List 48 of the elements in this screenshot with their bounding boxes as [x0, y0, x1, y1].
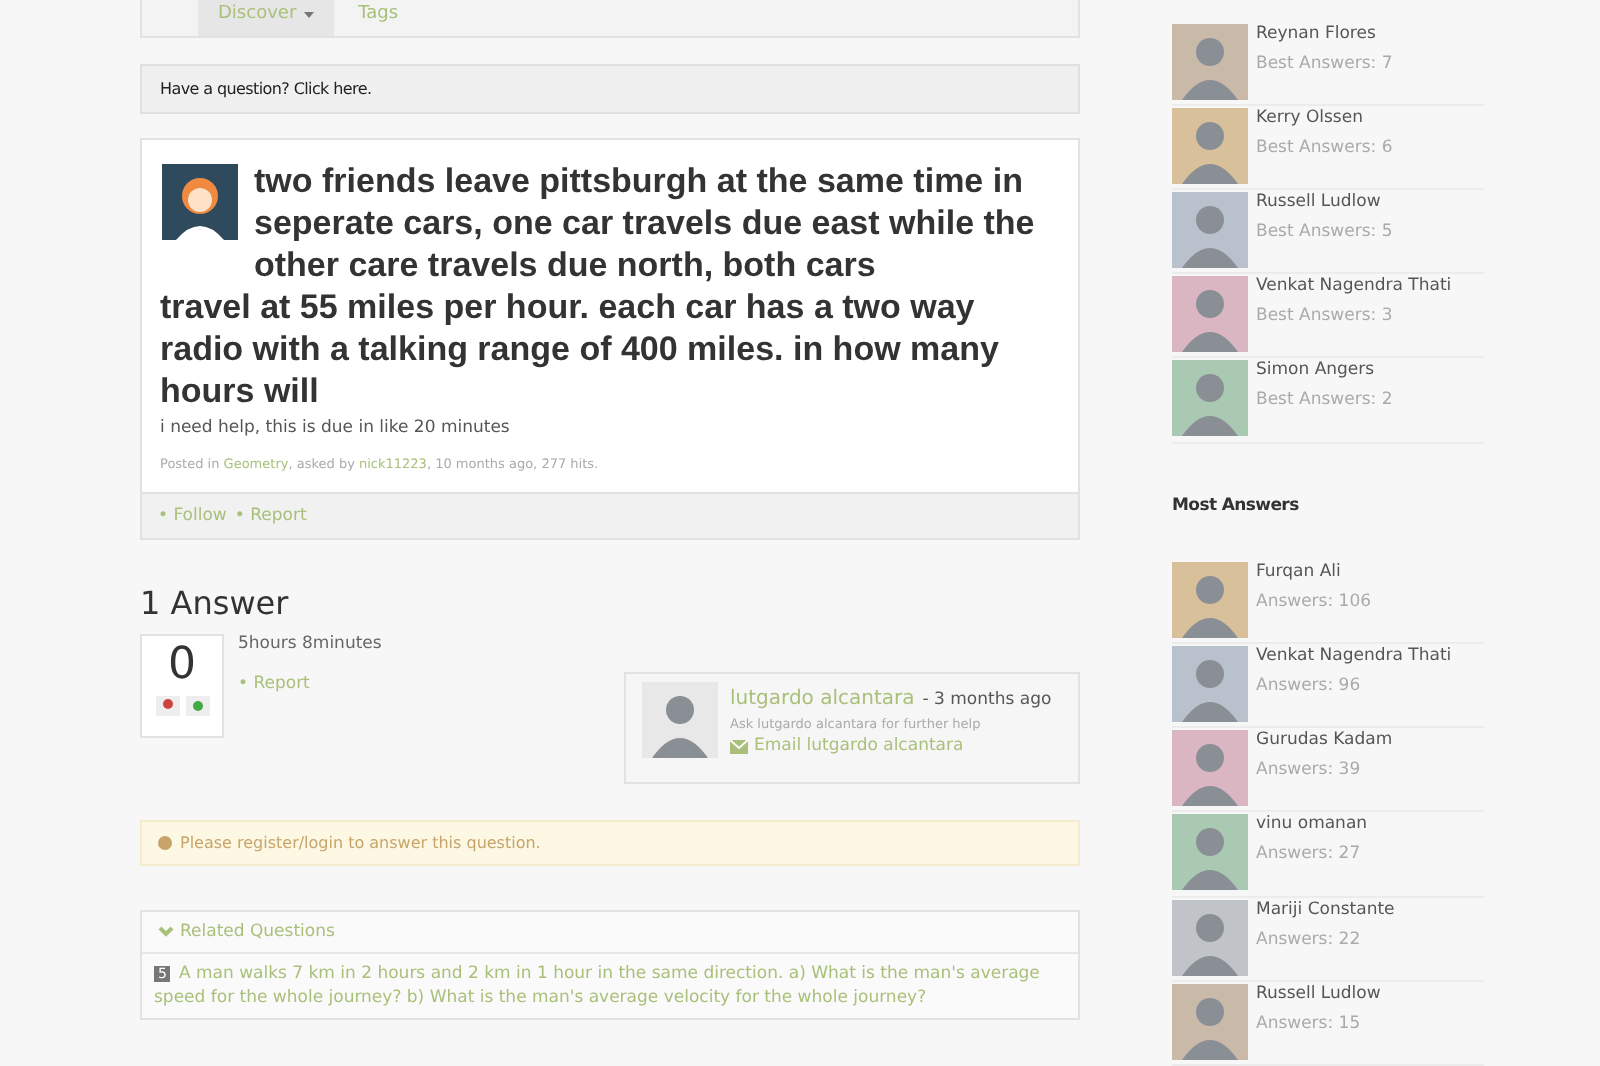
user-name[interactable]: Venkat Nagendra Thati [1256, 645, 1452, 666]
vote-count: 0 [168, 640, 196, 690]
answer-count: Answers: 96 [1256, 675, 1363, 696]
answer-count: Answers: 22 [1256, 929, 1363, 949]
section-heading: Most Answers [1172, 495, 1301, 516]
user-name[interactable]: Venkat Nagendra Thati [1256, 276, 1452, 297]
question-body: i need help, this is due in like 20 minutes [160, 418, 512, 438]
user-name[interactable]: vinu omanan [1256, 814, 1368, 835]
answer-count: Answers: 39 [1256, 760, 1363, 781]
user-name[interactable]: Russell Ludlow [1256, 191, 1393, 212]
avatar-icon [1172, 645, 1248, 722]
avatar-icon [642, 682, 718, 758]
question-title: travel at 55 miles per hour. each car has a two way radio with a talking range of 400 miles. in how many hours will [160, 286, 1001, 412]
answer-count: Answers: 15 [1256, 1013, 1363, 1034]
answer-count: Answers: 106 [1256, 591, 1372, 612]
answer-count: Best Answers: 5 [1256, 221, 1393, 242]
user-name[interactable]: Simon Angers [1256, 360, 1393, 381]
avatar-icon [1172, 191, 1248, 268]
user-name[interactable]: Mariji Constante [1256, 899, 1395, 919]
answer-count: Best Answers: 3 [1256, 306, 1395, 327]
answer-age: - 3 months ago [922, 690, 1052, 710]
avatar-icon [162, 164, 238, 240]
envelope-icon [730, 739, 748, 753]
avatar-icon [1172, 561, 1248, 638]
question-title: two friends leave pittsburgh at the same time in seperate cars, one car travels due east while the other care travels due north, both cars [254, 160, 1037, 286]
avatar-icon [1172, 983, 1248, 1060]
alert-text: Please register/login to answer this question. [180, 834, 541, 852]
info-icon [158, 836, 172, 850]
ask-question-bar[interactable]: Have a question? Click here. [140, 64, 1080, 114]
user-name[interactable]: Russell Ludlow [1256, 983, 1381, 1004]
avatar-icon [1172, 814, 1248, 891]
avatar-icon [1172, 107, 1248, 184]
avatar-icon [1172, 360, 1248, 437]
answer-count: Answers: 27 [1256, 844, 1363, 865]
user-name[interactable]: Furqan Ali [1256, 561, 1372, 582]
answer-count: Best Answers: 7 [1256, 53, 1393, 74]
answers-heading: 1 Answer [140, 584, 291, 622]
avatar-icon [1172, 23, 1248, 100]
user-name[interactable]: Gurudas Kadam [1256, 730, 1393, 751]
avatar-icon [1172, 899, 1248, 975]
user-name[interactable]: Kerry Olssen [1256, 107, 1393, 128]
answer-count: Best Answers: 2 [1256, 390, 1393, 411]
chevron-icon [158, 926, 174, 938]
avatar-icon [1172, 276, 1248, 353]
answer-count: Best Answers: 6 [1256, 137, 1393, 158]
answer-time: 5hours 8minutes [238, 634, 384, 654]
user-name[interactable]: Reynan Flores [1256, 23, 1393, 44]
avatar-icon [1172, 730, 1248, 807]
